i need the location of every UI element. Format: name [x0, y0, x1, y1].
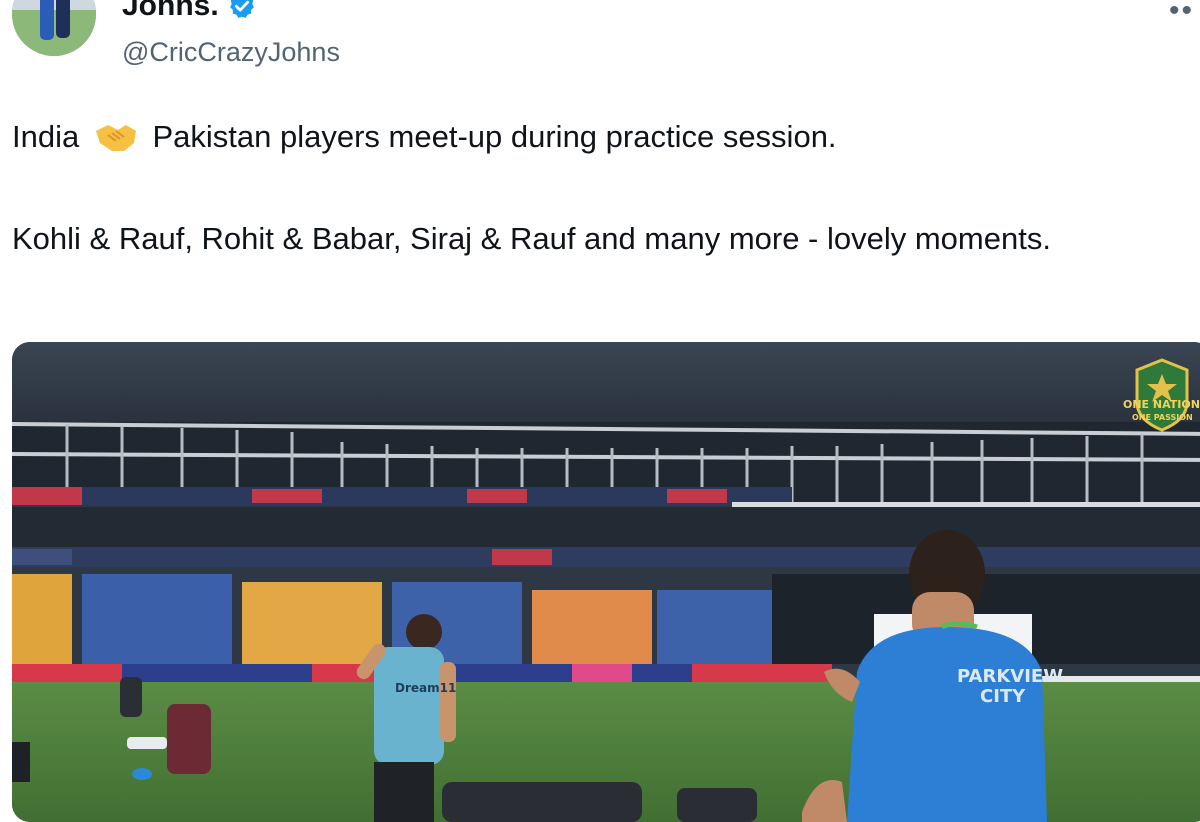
avatar[interactable] — [12, 0, 96, 56]
stadium-scene: Dream11 PARKVIEW CITY ONE NATION ONE PAS… — [12, 342, 1200, 822]
tweet-text: India Pakistan players meet-up during pr… — [12, 112, 1162, 264]
author-name[interactable]: Johns. — [122, 0, 257, 24]
jersey-text-1: PARKVIEW — [957, 666, 1063, 687]
tweet-media-image[interactable]: Dream11 PARKVIEW CITY ONE NATION ONE PAS… — [12, 342, 1200, 822]
verified-badge-icon — [229, 0, 254, 18]
player-shirt-text: Dream11 — [395, 681, 456, 695]
jersey-text-2: CITY — [980, 686, 1026, 707]
handshake-icon — [95, 125, 136, 151]
tweet-line-1: India Pakistan players meet-up during pr… — [12, 112, 1162, 162]
logo-text-1: ONE NATION — [1123, 398, 1200, 411]
logo-text-2: ONE PASSION — [1132, 413, 1193, 422]
tweet-line-2: Kohli & Rauf, Rohit & Babar, Siraj & Rau… — [12, 221, 1051, 256]
author-handle[interactable]: @CricCrazyJohns — [122, 36, 340, 68]
tweet-line-1-end: Pakistan players meet-up during practice… — [152, 119, 837, 154]
author-name-text[interactable]: Johns. — [122, 0, 219, 24]
more-options-icon[interactable]: •• — [1169, 0, 1194, 28]
tweet-line-1-start: India — [12, 119, 80, 154]
